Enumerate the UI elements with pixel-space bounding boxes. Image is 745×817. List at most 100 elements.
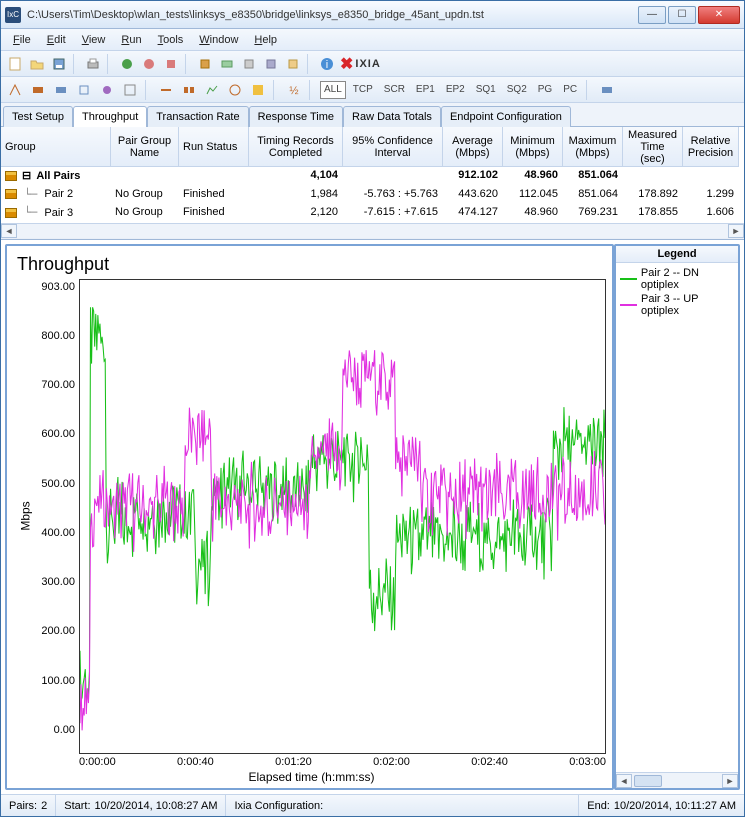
filter-scr[interactable]: SCR — [380, 81, 409, 99]
t2-icon-9[interactable] — [202, 80, 222, 100]
t2-icon-6[interactable] — [120, 80, 140, 100]
tab-endpoint-config[interactable]: Endpoint Configuration — [441, 106, 571, 127]
t2-icon-end[interactable] — [597, 80, 617, 100]
misc-3-icon[interactable] — [239, 54, 259, 74]
t2-icon-7[interactable] — [156, 80, 176, 100]
misc-5-icon[interactable] — [283, 54, 303, 74]
filter-sq1[interactable]: SQ1 — [472, 81, 500, 99]
separator — [273, 80, 279, 100]
tab-raw-data-totals[interactable]: Raw Data Totals — [343, 106, 441, 127]
legend-label: Pair 3 -- UP optiplex — [641, 293, 734, 317]
cell: 112.045 — [503, 186, 563, 205]
stop-icon[interactable] — [139, 54, 159, 74]
toolbar-main: i ✖IXIA — [1, 51, 744, 77]
legend-item[interactable]: Pair 3 -- UP optiplex — [620, 293, 734, 317]
col-run-status[interactable]: Run Status — [179, 127, 249, 167]
maximize-button[interactable]: ☐ — [668, 6, 696, 24]
cell: 4,104 — [249, 167, 343, 186]
cell: 851.064 — [563, 186, 623, 205]
col-pair-group[interactable]: Pair Group Name — [111, 127, 179, 167]
cell — [683, 167, 739, 186]
t2-icon-5[interactable] — [97, 80, 117, 100]
cell: 1.299 — [683, 186, 739, 205]
y-axis-ticks: 903.00 800.00 700.00 600.00 500.00 400.0… — [35, 279, 79, 755]
ytick: 300.00 — [35, 576, 75, 588]
scroll-thumb[interactable] — [634, 775, 662, 787]
legend-scrollbar[interactable]: ◄ ► — [616, 772, 738, 788]
row-all-pairs-group[interactable]: ⊟ All Pairs — [1, 167, 111, 186]
open-icon[interactable] — [27, 54, 47, 74]
close-button[interactable]: ✕ — [698, 6, 740, 24]
titlebar[interactable]: IxC C:\Users\Tim\Desktop\wlan_tests\link… — [1, 1, 744, 29]
xtick: 0:00:40 — [177, 756, 214, 768]
scroll-right-icon[interactable]: ► — [722, 774, 738, 788]
row-pair3-group[interactable]: └─ Pair 3 — [1, 204, 111, 223]
misc-2-icon[interactable] — [217, 54, 237, 74]
col-group[interactable]: Group — [1, 127, 111, 167]
scroll-left-icon[interactable]: ◄ — [616, 774, 632, 788]
ytick: 600.00 — [35, 428, 75, 440]
col-min[interactable]: Minimum (Mbps) — [503, 127, 563, 167]
filter-pg[interactable]: PG — [534, 81, 556, 99]
legend-swatch — [620, 304, 637, 306]
col-measured[interactable]: Measured Time (sec) — [623, 127, 683, 167]
menu-view[interactable]: View — [76, 32, 112, 48]
filter-sq2[interactable]: SQ2 — [503, 81, 531, 99]
filter-tcp[interactable]: TCP — [349, 81, 377, 99]
legend-item[interactable]: Pair 2 -- DN optiplex — [620, 267, 734, 291]
col-relative[interactable]: Relative Precision — [683, 127, 739, 167]
filter-ep2[interactable]: EP2 — [442, 81, 469, 99]
t2-icon-12[interactable]: ½ — [284, 80, 304, 100]
new-icon[interactable] — [5, 54, 25, 74]
col-avg[interactable]: Average (Mbps) — [443, 127, 503, 167]
legend-body: Pair 2 -- DN optiplex Pair 3 -- UP optip… — [616, 263, 738, 773]
menu-window[interactable]: Window — [193, 32, 244, 48]
tab-transaction-rate[interactable]: Transaction Rate — [147, 106, 248, 127]
misc-1-icon[interactable] — [195, 54, 215, 74]
t2-icon-8[interactable] — [179, 80, 199, 100]
status-end: End:10/20/2014, 10:11:27 AM — [579, 795, 744, 816]
menu-help[interactable]: Help — [248, 32, 283, 48]
scroll-track[interactable] — [632, 774, 722, 788]
col-timing-records[interactable]: Timing Records Completed — [249, 127, 343, 167]
scroll-right-icon[interactable]: ► — [728, 224, 744, 238]
stop-all-icon[interactable] — [161, 54, 181, 74]
tab-test-setup[interactable]: Test Setup — [3, 106, 73, 127]
ytick: 200.00 — [35, 625, 75, 637]
cell: 48.960 — [503, 204, 563, 223]
info-icon[interactable]: i — [317, 54, 337, 74]
t2-icon-4[interactable] — [74, 80, 94, 100]
scroll-left-icon[interactable]: ◄ — [1, 224, 17, 238]
cell: 178.892 — [623, 186, 683, 205]
t2-icon-11[interactable] — [248, 80, 268, 100]
save-icon[interactable] — [49, 54, 69, 74]
cell: 178.855 — [623, 204, 683, 223]
col-ci[interactable]: 95% Confidence Interval — [343, 127, 443, 167]
menu-run[interactable]: Run — [115, 32, 147, 48]
filter-pc[interactable]: PC — [559, 81, 581, 99]
t2-icon-3[interactable] — [51, 80, 71, 100]
menu-tools[interactable]: Tools — [152, 32, 190, 48]
tab-throughput[interactable]: Throughput — [73, 106, 147, 127]
misc-4-icon[interactable] — [261, 54, 281, 74]
menu-edit[interactable]: Edit — [41, 32, 72, 48]
t2-icon-1[interactable] — [5, 80, 25, 100]
cell: 443.620 — [443, 186, 503, 205]
window-title: C:\Users\Tim\Desktop\wlan_tests\linksys_… — [27, 9, 636, 21]
legend-title: Legend — [616, 246, 738, 263]
chart-plot[interactable] — [79, 279, 606, 755]
tab-response-time[interactable]: Response Time — [249, 106, 343, 127]
col-max[interactable]: Maximum (Mbps) — [563, 127, 623, 167]
scroll-track[interactable] — [17, 224, 728, 238]
filter-all[interactable]: ALL — [320, 81, 346, 99]
grid-horizontal-scrollbar[interactable]: ◄ ► — [1, 223, 744, 239]
run-icon[interactable] — [117, 54, 137, 74]
menu-file[interactable]: File — [7, 32, 37, 48]
print-icon[interactable] — [83, 54, 103, 74]
t2-icon-2[interactable] — [28, 80, 48, 100]
filter-ep1[interactable]: EP1 — [412, 81, 439, 99]
toolbar-filters: ½ ALL TCP SCR EP1 EP2 SQ1 SQ2 PG PC — [1, 77, 744, 103]
t2-icon-10[interactable] — [225, 80, 245, 100]
minimize-button[interactable]: — — [638, 6, 666, 24]
row-pair2-group[interactable]: └─ Pair 2 — [1, 186, 111, 205]
